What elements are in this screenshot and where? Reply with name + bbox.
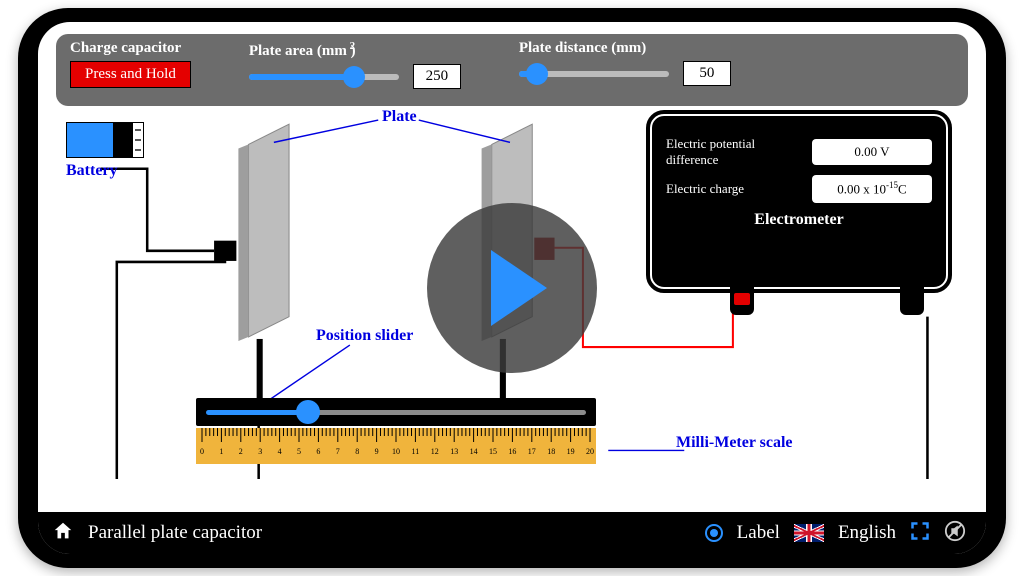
electric-charge-value: 0.00 x 10-15C <box>812 175 932 202</box>
press-and-hold-button[interactable]: Press and Hold <box>70 61 191 88</box>
svg-text:4: 4 <box>278 447 282 456</box>
plate-area-value[interactable]: 250 <box>413 64 461 89</box>
screen: Charge capacitor Press and Hold Plate ar… <box>38 22 986 554</box>
charge-capacitor-label: Charge capacitor <box>70 40 191 57</box>
svg-text:20: 20 <box>586 447 594 456</box>
svg-text:3: 3 <box>258 447 262 456</box>
svg-text:9: 9 <box>375 447 379 456</box>
position-slider[interactable] <box>196 398 596 426</box>
potential-diff-value: 0.00 V <box>812 139 932 165</box>
plate-distance-label: Plate distance (mm) <box>519 40 731 57</box>
play-button[interactable] <box>427 203 597 373</box>
svg-text:8: 8 <box>355 447 359 456</box>
svg-text:18: 18 <box>547 447 555 456</box>
tablet-frame: Charge capacitor Press and Hold Plate ar… <box>18 8 1006 568</box>
position-slider-label: Position slider <box>316 327 413 345</box>
svg-text:0: 0 <box>200 447 204 456</box>
bottom-bar: Parallel plate capacitor Label English <box>38 512 986 554</box>
mm-ruler: 01234567891011121314151617181920 <box>196 428 596 464</box>
label-toggle-radio[interactable] <box>705 524 723 542</box>
plate-area-slider[interactable] <box>249 74 399 80</box>
svg-text:10: 10 <box>392 447 400 456</box>
play-icon <box>491 250 547 326</box>
electrometer-red-port <box>730 287 754 315</box>
uk-flag-icon <box>794 524 824 542</box>
svg-text:5: 5 <box>297 447 301 456</box>
mm-scale-label: Milli-Meter scale <box>676 434 793 452</box>
page-title: Parallel plate capacitor <box>88 522 691 544</box>
svg-text:16: 16 <box>508 447 516 456</box>
svg-text:17: 17 <box>528 447 536 456</box>
svg-text:7: 7 <box>336 447 340 456</box>
language-label[interactable]: English <box>838 522 896 544</box>
fullscreen-icon[interactable] <box>910 521 930 546</box>
electrometer-title: Electrometer <box>666 211 932 229</box>
plate-label: Plate <box>382 108 417 126</box>
svg-text:11: 11 <box>412 447 420 456</box>
plate-distance-slider[interactable] <box>519 71 669 77</box>
control-bar: Charge capacitor Press and Hold Plate ar… <box>56 34 968 106</box>
plate-distance-value[interactable]: 50 <box>683 61 731 86</box>
svg-text:15: 15 <box>489 447 497 456</box>
battery-label: Battery <box>66 162 144 180</box>
label-toggle-text[interactable]: Label <box>737 522 780 544</box>
electrometer-black-port <box>900 287 924 315</box>
svg-text:13: 13 <box>450 447 458 456</box>
electric-charge-label: Electric charge <box>666 181 744 197</box>
svg-text:6: 6 <box>316 447 320 456</box>
plate-area-label: Plate area (mm )2 <box>249 40 461 60</box>
svg-text:2: 2 <box>239 447 243 456</box>
svg-text:19: 19 <box>567 447 575 456</box>
home-icon[interactable] <box>52 520 74 547</box>
battery: Battery <box>66 122 144 180</box>
no-sound-icon[interactable] <box>944 520 966 547</box>
electrometer: Electric potential difference 0.00 V Ele… <box>650 114 948 289</box>
potential-diff-label: Electric potential difference <box>666 136 786 167</box>
svg-text:14: 14 <box>470 447 478 456</box>
svg-text:1: 1 <box>219 447 223 456</box>
svg-text:12: 12 <box>431 447 439 456</box>
